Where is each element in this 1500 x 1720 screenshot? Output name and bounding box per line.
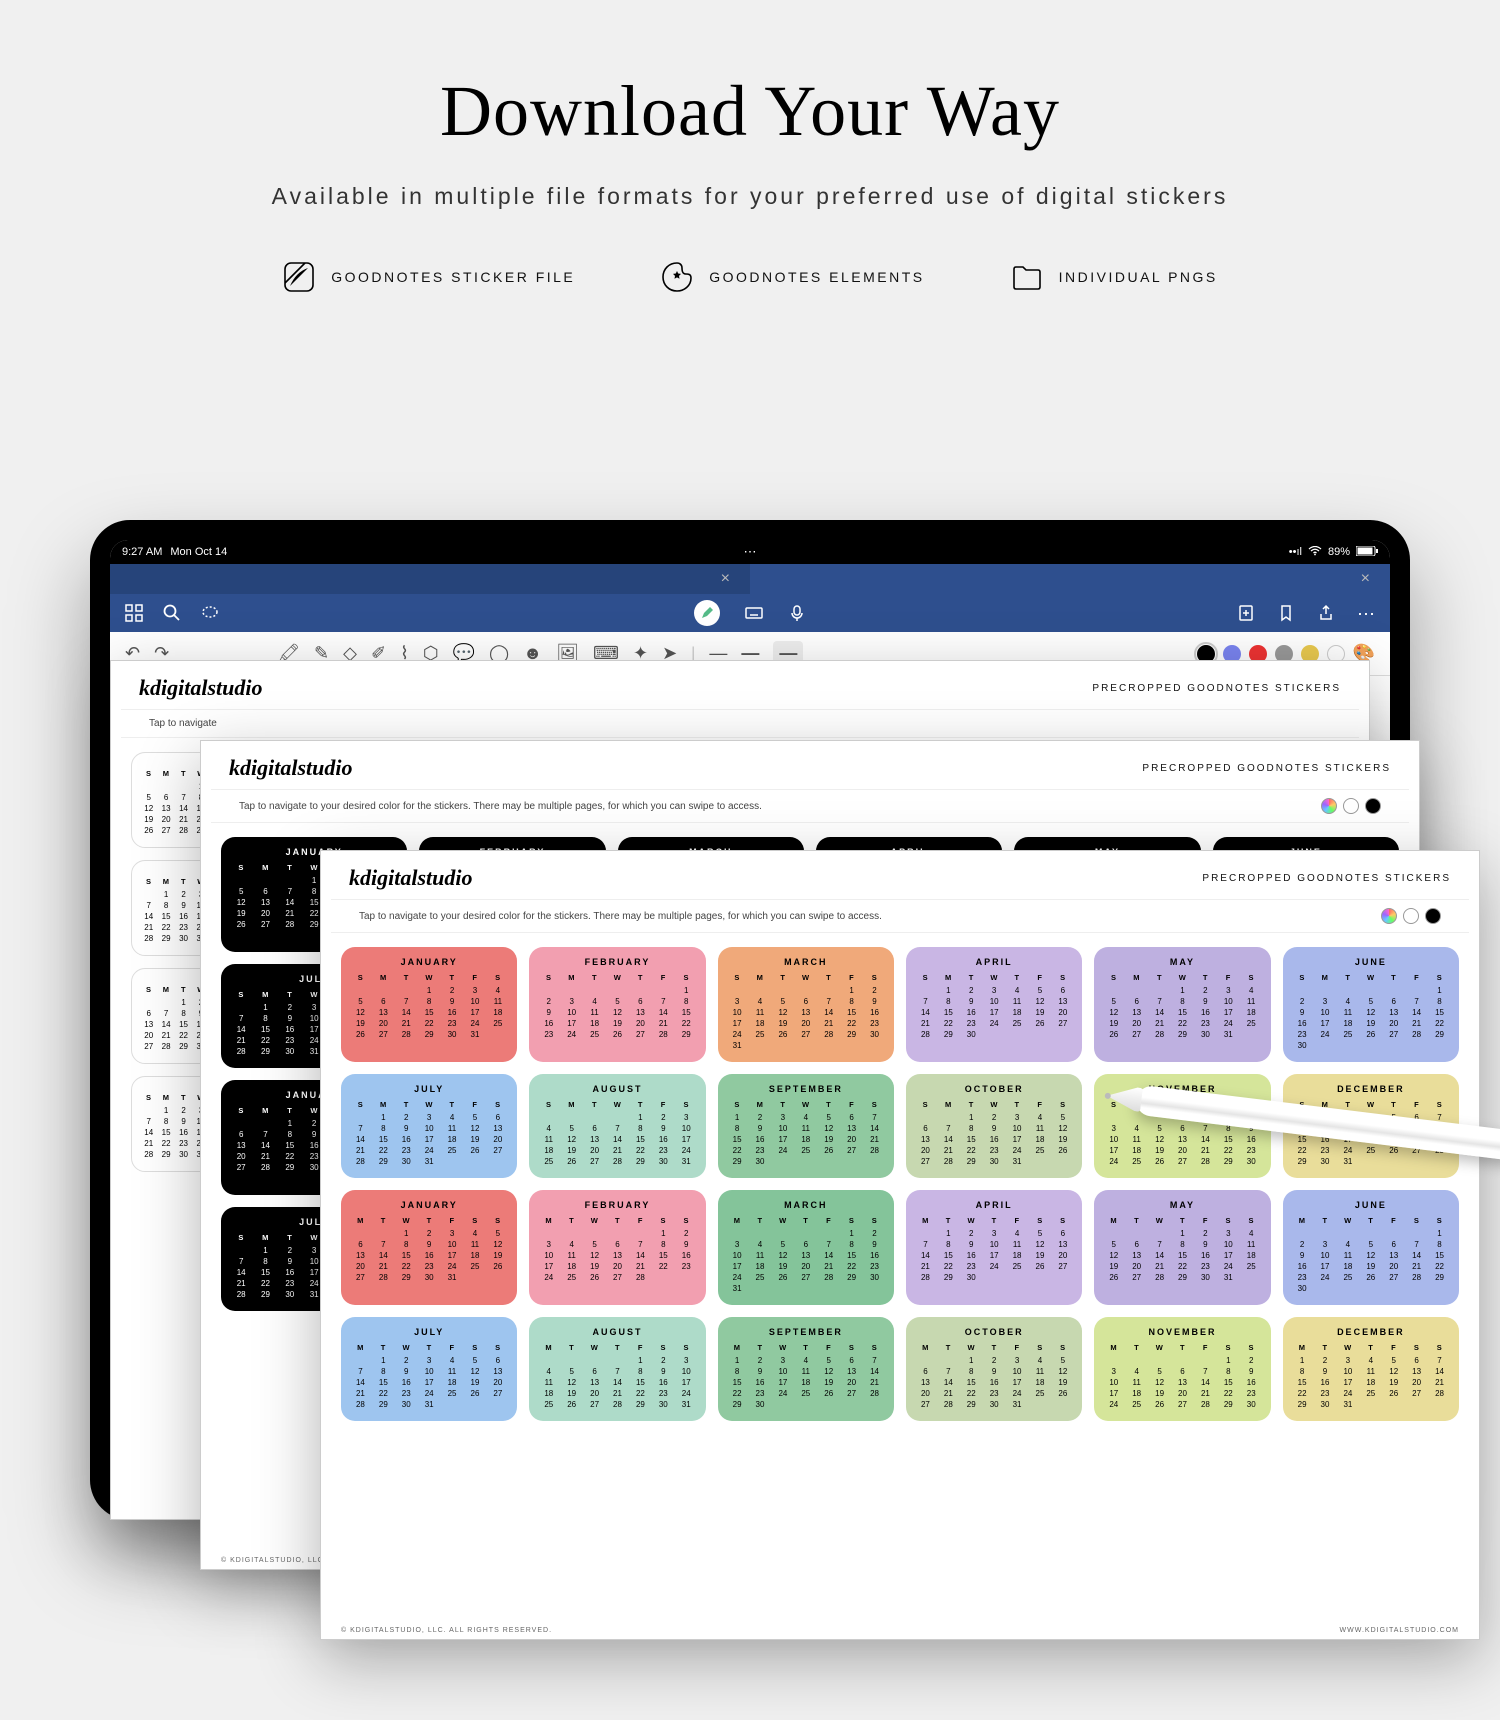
calendar-month-label: APRIL — [914, 957, 1074, 967]
keyboard-icon[interactable] — [745, 604, 763, 622]
theme-black[interactable] — [1425, 908, 1441, 924]
calendar-month-label: OCTOBER — [914, 1084, 1074, 1094]
format-label: GOODNOTES STICKER FILE — [331, 269, 575, 285]
calendar-month-label: JULY — [349, 1327, 509, 1337]
calendar-sticker[interactable]: MAYSMTWTFS 12345678910111213141516171819… — [1094, 947, 1270, 1062]
status-date: Mon Oct 14 — [170, 546, 227, 558]
elements-icon — [660, 260, 694, 294]
app-toolbar: ⋯ — [110, 594, 1390, 632]
calendar-month-label: MAY — [1102, 1200, 1262, 1210]
calendar-month-label: MARCH — [726, 957, 886, 967]
calendar-month-label: AUGUST — [537, 1327, 697, 1337]
calendar-sticker[interactable]: OCTOBERSMTWTFS 1234567891011121314151617… — [906, 1074, 1082, 1178]
lasso-icon[interactable] — [201, 604, 219, 622]
add-page-icon[interactable] — [1237, 604, 1255, 622]
calendar-sticker[interactable]: MARCHSMTWTFS 123456789101112131415161718… — [718, 947, 894, 1062]
calendar-sticker[interactable]: SEPTEMBERSMTWTFS123456789101112131415161… — [718, 1074, 894, 1178]
sheet-instructions: Tap to navigate — [149, 718, 217, 729]
calendar-sticker[interactable]: JUNESMTWTFS 1234567891011121314151617181… — [1283, 947, 1459, 1062]
calendar-sticker[interactable]: JANUARYSMTWTFS 1234567891011121314151617… — [341, 947, 517, 1062]
calendar-month-label: FEBRUARY — [537, 957, 697, 967]
calendar-sticker[interactable]: DECEMBERMTWTFSS1234567891011121314151617… — [1283, 1317, 1459, 1421]
page-title: Download Your Way — [0, 70, 1500, 153]
format-label: INDIVIDUAL PNGS — [1059, 269, 1218, 285]
footer-copyright: © KDIGITALSTUDIO, LLC. ALL RIGHTS RESERV… — [341, 1627, 552, 1634]
sheet-instructions: Tap to navigate to your desired color fo… — [239, 801, 762, 812]
calendar-sticker[interactable]: JUNEMTWTFSS 1234567891011121314151617181… — [1283, 1190, 1459, 1305]
calendar-sticker[interactable]: FEBRUARYMTWTFSS 123456789101112131415161… — [529, 1190, 705, 1305]
more-icon[interactable]: ⋯ — [1357, 604, 1375, 622]
folder-icon — [1010, 260, 1044, 294]
sheet-tag: PRECROPPED GOODNOTES STICKERS — [1142, 763, 1391, 774]
calendar-month-label: APRIL — [914, 1200, 1074, 1210]
sheet-tag: PRECROPPED GOODNOTES STICKERS — [1092, 683, 1341, 694]
tab-2[interactable]: × — [750, 564, 1390, 594]
calendar-sticker[interactable]: AUGUSTMTWTFSS 12345678910111213141516171… — [529, 1317, 705, 1421]
sheet-tag: PRECROPPED GOODNOTES STICKERS — [1202, 873, 1451, 884]
pen-circle-icon[interactable] — [694, 600, 720, 626]
calendar-month-label: SEPTEMBER — [726, 1327, 886, 1337]
wifi-icon — [1308, 546, 1322, 559]
status-time: 9:27 AM — [122, 546, 162, 558]
theme-rainbow[interactable] — [1381, 908, 1397, 924]
share-icon[interactable] — [1317, 604, 1335, 622]
calendar-month-label: JULY — [349, 1084, 509, 1094]
calendar-sticker[interactable]: AUGUSTSMTWTFS 12345678910111213141516171… — [529, 1074, 705, 1178]
calendar-month-label: MARCH — [726, 1200, 886, 1210]
format-pngs: INDIVIDUAL PNGS — [1010, 260, 1218, 294]
calendar-month-label: NOVEMBER — [1102, 1327, 1262, 1337]
calendar-month-label: SEPTEMBER — [726, 1084, 886, 1094]
theme-white[interactable] — [1403, 908, 1419, 924]
calendar-month-label: DECEMBER — [1291, 1084, 1451, 1094]
brand-logo: kdigitalstudio — [349, 865, 472, 891]
brand-logo: kdigitalstudio — [139, 675, 262, 701]
calendar-month-label: OCTOBER — [914, 1327, 1074, 1337]
brand-logo: kdigitalstudio — [229, 755, 352, 781]
calendar-sticker[interactable]: NOVEMBERMTWTFSS 123456789101112131415161… — [1094, 1317, 1270, 1421]
footer-url: WWW.KDIGITALSTUDIO.COM — [1340, 1627, 1459, 1634]
calendar-month-label: FEBRUARY — [537, 1200, 697, 1210]
bookmark-icon[interactable] — [1277, 604, 1295, 622]
calendar-sticker[interactable]: SEPTEMBERMTWTFSS123456789101112131415161… — [718, 1317, 894, 1421]
calendar-sticker[interactable]: OCTOBERMTWTFSS 1234567891011121314151617… — [906, 1317, 1082, 1421]
sticker-file-icon — [282, 260, 316, 294]
theme-black[interactable] — [1365, 798, 1381, 814]
tab-1[interactable]: × — [110, 564, 750, 594]
signal-icon: ••ıl — [1289, 546, 1302, 558]
sheet-instructions: Tap to navigate to your desired color fo… — [359, 911, 882, 922]
battery-level: 89% — [1328, 546, 1350, 558]
tab-strip: × × — [110, 564, 1390, 594]
calendar-month-label: JANUARY — [349, 1200, 509, 1210]
calendar-sticker[interactable]: APRILSMTWTFS 123456789101112131415161718… — [906, 947, 1082, 1062]
sheet-rainbow-theme: kdigitalstudio PRECROPPED GOODNOTES STIC… — [320, 850, 1480, 1640]
battery-icon — [1356, 546, 1378, 559]
calendar-sticker[interactable]: MAYMTWTFSS 12345678910111213141516171819… — [1094, 1190, 1270, 1305]
grid-icon[interactable] — [125, 604, 143, 622]
format-label: GOODNOTES ELEMENTS — [709, 269, 924, 285]
format-goodnotes-file: GOODNOTES STICKER FILE — [282, 260, 575, 294]
calendar-month-label: JUNE — [1291, 957, 1451, 967]
calendar-month-label: MAY — [1102, 957, 1262, 967]
status-bar: 9:27 AM Mon Oct 14 ⋯ ••ıl 89% — [110, 540, 1390, 564]
calendar-month-label: AUGUST — [537, 1084, 697, 1094]
calendar-sticker[interactable]: JULYMTWTFSS 1234567891011121314151617181… — [341, 1317, 517, 1421]
calendar-month-label: JUNE — [1291, 1200, 1451, 1210]
page-subtitle: Available in multiple file formats for y… — [0, 183, 1500, 210]
calendar-sticker[interactable]: JANUARYMTWTFSS 1234567891011121314151617… — [341, 1190, 517, 1305]
calendar-sticker[interactable]: APRILMTWTFSS 123456789101112131415161718… — [906, 1190, 1082, 1305]
calendar-month-label: DECEMBER — [1291, 1327, 1451, 1337]
search-icon[interactable] — [163, 604, 181, 622]
calendar-sticker[interactable]: FEBRUARYSMTWTFS 123456789101112131415161… — [529, 947, 705, 1062]
theme-white[interactable] — [1343, 798, 1359, 814]
mic-icon[interactable] — [788, 604, 806, 622]
status-handle-icon: ⋯ — [744, 544, 757, 560]
format-list: GOODNOTES STICKER FILE GOODNOTES ELEMENT… — [0, 260, 1500, 294]
theme-rainbow[interactable] — [1321, 798, 1337, 814]
calendar-sticker[interactable]: MARCHMTWTFSS 123456789101112131415161718… — [718, 1190, 894, 1305]
calendar-sticker[interactable]: JULYSMTWTFS 1234567891011121314151617181… — [341, 1074, 517, 1178]
format-goodnotes-elements: GOODNOTES ELEMENTS — [660, 260, 924, 294]
calendar-month-label: JANUARY — [349, 957, 509, 967]
